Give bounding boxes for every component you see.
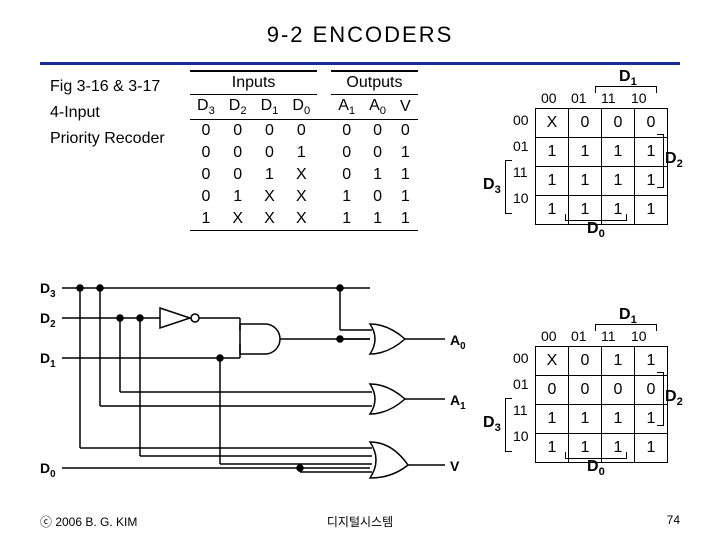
table-row: 1XXX111 <box>190 208 418 231</box>
section-title: 9-2 ENCODERS <box>0 22 720 48</box>
col-d3: D3 <box>190 95 222 120</box>
truth-table: Inputs Outputs D3 D2 D1 D0 A1 A0 V 00000… <box>190 70 470 231</box>
truth-table-outputs-header: Outputs <box>331 71 417 95</box>
truth-table-inputs-header: Inputs <box>190 71 317 95</box>
col-d2: D2 <box>222 95 254 120</box>
table-row: 01XX101 <box>190 186 418 208</box>
col-d0: D0 <box>285 95 317 120</box>
col-d1: D1 <box>254 95 286 120</box>
col-a0: A0 <box>362 95 393 120</box>
footer-center: 디지털시스템 <box>40 513 680 530</box>
table-row: 001X011 <box>190 164 418 186</box>
kmap-top: D1 00 01 11 10 00 01 11 10 D3 X000 1111 … <box>505 72 685 212</box>
col-v: V <box>393 95 418 120</box>
logic-circuit: D3 D2 D1 D0 A0 A1 V <box>40 280 480 500</box>
page-number: 74 <box>667 513 680 527</box>
footer: ⓒ 2006 B. G. KIM 디지털시스템 74 <box>40 513 680 530</box>
figure-caption-line1: Fig 3-16 & 3-17 <box>50 78 160 96</box>
table-row: 0001001 <box>190 142 418 164</box>
col-a1: A1 <box>331 95 362 120</box>
title-underline <box>40 62 680 65</box>
figure-caption-line2: 4-Input <box>50 104 100 122</box>
circuit-svg <box>40 280 480 500</box>
figure-caption-line3: Priority Recoder <box>50 130 165 148</box>
kmap-bottom: D1 00 01 11 10 00 01 11 10 D3 X011 0000 … <box>505 310 685 450</box>
table-row: 0000000 <box>190 120 418 143</box>
